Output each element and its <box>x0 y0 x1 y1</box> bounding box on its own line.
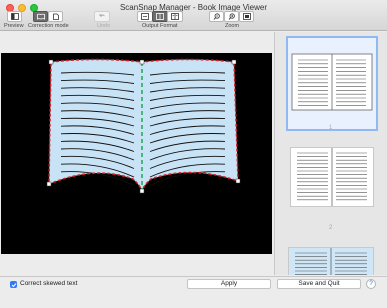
two-page-spread-icon <box>156 13 164 20</box>
corner-handle[interactable] <box>46 181 52 187</box>
zoom-out-icon <box>213 13 220 20</box>
title-bar: ScanSnap Manager - Book Image Viewer Pre… <box>0 0 387 31</box>
thumbnail-image <box>291 53 373 111</box>
thumbnail-page-3[interactable] <box>288 247 374 275</box>
correction-mode-book-button[interactable] <box>33 11 48 22</box>
book-correction-icon <box>36 13 45 20</box>
corner-handle[interactable] <box>139 59 145 65</box>
fit-to-window-icon <box>242 13 251 20</box>
corner-handle[interactable] <box>235 178 241 184</box>
zoom-out-button[interactable] <box>209 11 224 22</box>
apply-button[interactable]: Apply <box>187 279 271 289</box>
preview-icon <box>10 13 19 20</box>
zoom-in-icon <box>228 13 235 20</box>
thumbnail-sidebar[interactable]: 1 2 <box>274 32 387 275</box>
corner-handle[interactable] <box>48 59 54 65</box>
corner-handle[interactable] <box>139 188 145 194</box>
thumbnail-page-2[interactable] <box>290 147 374 207</box>
correction-mode-point-button[interactable] <box>48 11 63 22</box>
zoom-label: Zoom <box>225 23 240 29</box>
point-correction-icon <box>52 13 59 20</box>
split-pages-icon <box>171 13 179 20</box>
correct-skew-label[interactable]: Correct skewed text <box>20 280 77 287</box>
book-image[interactable] <box>1 53 272 254</box>
save-and-quit-button[interactable]: Save and Quit <box>277 279 361 289</box>
preview-button[interactable] <box>7 11 22 22</box>
preview-label: Preview <box>4 23 24 29</box>
help-button[interactable]: ? <box>366 279 376 289</box>
output-format-single-page-button[interactable] <box>137 11 153 22</box>
output-format-label: Output Format <box>142 23 178 29</box>
undo-button[interactable] <box>94 11 110 22</box>
undo-label: Undo <box>97 23 111 29</box>
zoom-in-button[interactable] <box>224 11 239 22</box>
image-canvas[interactable] <box>1 53 272 254</box>
corner-handle[interactable] <box>231 59 237 65</box>
thumbnail-page-number: 2 <box>329 225 333 231</box>
thumbnail-image <box>297 148 367 206</box>
checkmark-icon <box>11 282 16 287</box>
zoom-fit-button[interactable] <box>239 11 254 22</box>
output-format-spread-button[interactable] <box>152 11 168 22</box>
thumbnail-image <box>295 248 367 275</box>
output-format-split-button[interactable] <box>167 11 183 22</box>
correct-skew-checkbox[interactable] <box>10 281 17 288</box>
thumbnail-page-number: 1 <box>329 125 333 131</box>
correction-mode-label: Correction mode <box>28 23 69 29</box>
thumbnail-page-1[interactable] <box>286 36 378 131</box>
undo-icon <box>99 14 105 17</box>
single-page-icon <box>141 13 149 20</box>
